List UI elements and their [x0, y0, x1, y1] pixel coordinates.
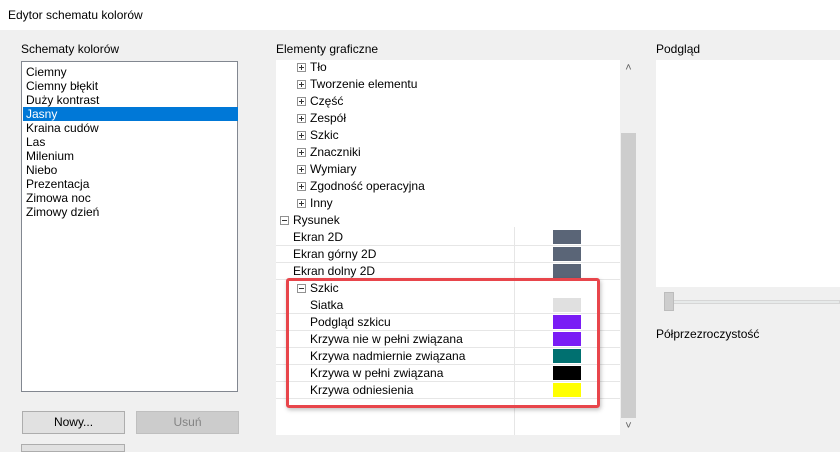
tree-group[interactable]: Zespół — [276, 110, 620, 127]
scroll-thumb[interactable] — [621, 133, 636, 418]
tree-property-row[interactable]: Ekran górny 2D — [276, 246, 620, 263]
tree-item-label: Tło — [310, 60, 327, 74]
title-bar: Edytor schematu kolorów — [0, 0, 840, 30]
tree-item-label: Tworzenie elementu — [310, 77, 418, 91]
tree-item-label: Zgodność operacyjna — [310, 179, 425, 193]
tree-group[interactable]: Inny — [276, 195, 620, 212]
expand-icon[interactable] — [297, 131, 306, 140]
tree-item-label: Część — [310, 94, 344, 108]
scheme-item[interactable]: Ciemny — [23, 65, 238, 79]
tree-item-label: Rysunek — [293, 213, 340, 227]
tree-group[interactable]: Wymiary — [276, 161, 620, 178]
expand-icon[interactable] — [297, 199, 306, 208]
scheme-item[interactable]: Niebo — [23, 163, 238, 177]
elements-label: Elementy graficzne — [276, 42, 379, 56]
tree-item-label: Szkic — [310, 128, 339, 142]
schemes-label: Schematy kolorów — [21, 42, 120, 56]
color-swatch[interactable] — [553, 247, 581, 261]
scheme-item[interactable]: Zimowy dzień — [23, 205, 238, 219]
collapse-icon[interactable] — [280, 216, 289, 225]
scheme-item[interactable]: Jasny — [23, 107, 238, 121]
tree-item-label: Ekran górny 2D — [293, 247, 377, 261]
expand-icon[interactable] — [297, 80, 306, 89]
scheme-item[interactable]: Las — [23, 135, 238, 149]
expand-icon[interactable] — [297, 63, 306, 72]
preview-area — [656, 60, 840, 287]
window-title: Edytor schematu kolorów — [8, 8, 143, 22]
tree-group[interactable]: Znaczniki — [276, 144, 620, 161]
scheme-list[interactable]: Ciemny Ciemny błękit Duży kontrast Jasny Kra… — [21, 61, 238, 392]
tree-group[interactable]: Część — [276, 93, 620, 110]
tree-item-label: Ekran 2D — [293, 230, 344, 244]
tree-item-label: Zespół — [310, 111, 347, 125]
new-scheme-button[interactable]: Nowy... — [22, 411, 125, 434]
preview-label: Podgląd — [656, 42, 701, 56]
scroll-up-icon[interactable]: ˄ — [620, 60, 637, 77]
scheme-item[interactable]: Zimowa noc — [23, 191, 238, 205]
tree-property-row[interactable]: Ekran 2D — [276, 229, 620, 246]
tree-group[interactable]: Szkic — [276, 127, 620, 144]
highlight-annotation — [286, 278, 600, 408]
scheme-item[interactable]: Milenium — [23, 149, 238, 163]
color-swatch[interactable] — [553, 264, 581, 278]
tree-group[interactable]: Tworzenie elementu — [276, 76, 620, 93]
tree-group[interactable]: Tło — [276, 60, 620, 76]
transparency-slider-thumb[interactable] — [664, 292, 674, 311]
expand-icon[interactable] — [297, 182, 306, 191]
expand-icon[interactable] — [297, 165, 306, 174]
transparency-slider-track[interactable] — [664, 300, 840, 304]
tree-group-drawing[interactable]: Rysunek — [276, 212, 620, 229]
partial-button[interactable] — [21, 444, 125, 452]
tree-item-label: Wymiary — [310, 162, 357, 176]
scheme-item[interactable]: Prezentacja — [23, 177, 238, 191]
scroll-down-icon[interactable]: ˅ — [620, 418, 637, 435]
scheme-item[interactable]: Duży kontrast — [23, 93, 238, 107]
tree-scrollbar[interactable]: ˄ ˅ — [620, 60, 637, 435]
tree-item-label: Inny — [310, 196, 333, 210]
expand-icon[interactable] — [297, 97, 306, 106]
tree-item-label: Znaczniki — [310, 145, 361, 159]
tree-group[interactable]: Zgodność operacyjna — [276, 178, 620, 195]
scheme-item[interactable]: Ciemny błękit — [23, 79, 238, 93]
color-swatch[interactable] — [553, 230, 581, 244]
transparency-label: Półprzezroczystość — [656, 327, 760, 341]
expand-icon[interactable] — [297, 148, 306, 157]
delete-scheme-button: Usuń — [136, 411, 239, 434]
scheme-item[interactable]: Kraina cudów — [23, 121, 238, 135]
expand-icon[interactable] — [297, 114, 306, 123]
